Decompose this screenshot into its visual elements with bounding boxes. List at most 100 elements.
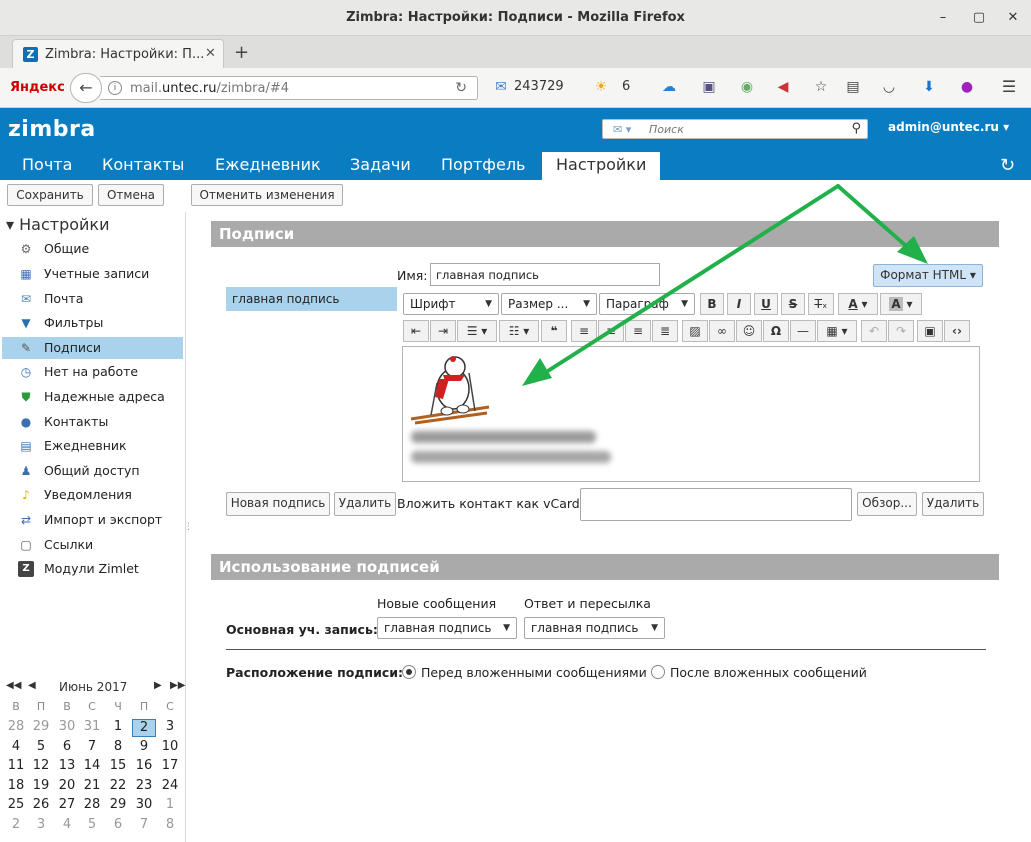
placement-after-label[interactable]: После вложенных сообщений xyxy=(670,665,867,680)
calendar-day[interactable]: 9 xyxy=(132,739,156,757)
url-bar[interactable]: i mail.untec.ru/zimbra/#4 ↻ xyxy=(100,76,478,100)
align-left-button[interactable]: ≡ xyxy=(571,320,597,342)
calendar-day[interactable]: 20 xyxy=(55,778,79,796)
sidebar-item-trusted-addresses[interactable]: ⛊ Надежные адреса xyxy=(2,386,183,408)
browse-button[interactable]: Обзор... xyxy=(857,492,917,516)
indent-button[interactable]: ⇥ xyxy=(430,320,456,342)
notification-icon[interactable]: ● xyxy=(958,78,976,96)
calendar-day[interactable]: 8 xyxy=(158,817,182,835)
calendar-day[interactable]: 3 xyxy=(158,719,182,737)
calendar-day[interactable]: 29 xyxy=(29,719,53,737)
emoticon-icon[interactable]: ☺ xyxy=(736,320,762,342)
calendar-day[interactable]: 30 xyxy=(55,719,79,737)
calendar-day[interactable]: 7 xyxy=(132,817,156,835)
calendar-day[interactable]: 7 xyxy=(80,739,104,757)
sidebar-item-import-export[interactable]: ⇄ Импорт и экспорт xyxy=(2,509,183,531)
calendar-day[interactable]: 4 xyxy=(4,739,28,757)
italic-button[interactable]: I xyxy=(727,293,751,315)
panel-splitter[interactable]: ⋮ xyxy=(184,522,193,532)
search-icon[interactable]: ⚲ xyxy=(851,121,861,136)
align-right-button[interactable]: ≡ xyxy=(625,320,651,342)
pocket-icon[interactable]: ◡ xyxy=(880,78,898,96)
placement-before-radio[interactable] xyxy=(402,665,416,679)
numbered-list-button[interactable]: ☷ ▾ xyxy=(499,320,539,342)
zimbra-logo[interactable]: zimbra xyxy=(8,117,96,142)
sidebar-item-filters[interactable]: ▼ Фильтры xyxy=(2,312,183,334)
search-type-icon[interactable]: ✉ ▾ xyxy=(613,123,631,136)
tab-calendar[interactable]: Ежедневник xyxy=(207,152,329,180)
text-color-button[interactable]: A ▾ xyxy=(838,293,878,315)
search-input[interactable] xyxy=(649,121,845,137)
delete-vcard-button[interactable]: Удалить xyxy=(922,492,984,516)
bold-button[interactable]: B xyxy=(700,293,724,315)
placement-before-label[interactable]: Перед вложенными сообщениями xyxy=(421,665,647,680)
calendar-day[interactable]: 6 xyxy=(106,817,130,835)
calendar-day[interactable]: 25 xyxy=(4,797,28,815)
menu-icon[interactable]: ☰ xyxy=(1000,78,1018,96)
cancel-button[interactable]: Отмена xyxy=(98,184,164,206)
new-tab-button[interactable]: + xyxy=(234,42,249,63)
reply-signature-select[interactable]: главная подпись ▼ xyxy=(524,617,665,639)
calendar-day[interactable]: 21 xyxy=(80,778,104,796)
mail-icon[interactable]: ✉ xyxy=(492,78,510,96)
calendar-day[interactable]: 23 xyxy=(132,778,156,796)
signature-list-item[interactable]: главная подпись xyxy=(226,287,397,311)
calendar-day[interactable]: 13 xyxy=(55,758,79,776)
calendar-day[interactable]: 26 xyxy=(29,797,53,815)
prev-month-icon[interactable]: ◀ xyxy=(28,680,36,691)
calendar-day[interactable]: 15 xyxy=(106,758,130,776)
revert-changes-button[interactable]: Отменить изменения xyxy=(191,184,343,206)
weather-icon[interactable]: ☀ xyxy=(592,78,610,96)
redo-icon[interactable]: ↷ xyxy=(888,320,914,342)
clipboard-icon[interactable]: ▤ xyxy=(844,78,862,96)
signature-name-input[interactable] xyxy=(430,263,660,286)
extension-icon[interactable]: ◉ xyxy=(738,78,756,96)
calendar-day[interactable]: 16 xyxy=(132,758,156,776)
tab-tasks[interactable]: Задачи xyxy=(342,152,419,180)
paste-icon[interactable]: ▣ xyxy=(917,320,943,342)
sidebar-item-shortcuts[interactable]: ▢ Ссылки xyxy=(2,534,183,556)
calendar-day-today[interactable]: 2 xyxy=(132,719,156,737)
close-tab-icon[interactable]: ✕ xyxy=(205,46,216,61)
placement-after-radio[interactable] xyxy=(651,665,665,679)
calendar-day[interactable]: 1 xyxy=(158,797,182,815)
sidebar-item-mail[interactable]: ✉ Почта xyxy=(2,288,183,310)
insert-image-icon[interactable]: ▨ xyxy=(682,320,708,342)
tab-contacts[interactable]: Контакты xyxy=(94,152,192,180)
cloud-icon[interactable]: ☁ xyxy=(660,78,678,96)
calendar-day[interactable]: 27 xyxy=(55,797,79,815)
extension-icon[interactable]: ▣ xyxy=(700,78,718,96)
calendar-day[interactable]: 29 xyxy=(106,797,130,815)
tab-mail[interactable]: Почта xyxy=(14,152,80,180)
save-button[interactable]: Сохранить xyxy=(7,184,93,206)
calendar-day[interactable]: 4 xyxy=(55,817,79,835)
mail-count[interactable]: 243729 xyxy=(514,79,564,94)
calendar-day[interactable]: 2 xyxy=(4,817,28,835)
calendar-day[interactable]: 30 xyxy=(132,797,156,815)
horizontal-rule-icon[interactable]: — xyxy=(790,320,816,342)
calendar-day[interactable]: 18 xyxy=(4,778,28,796)
bookmark-star-icon[interactable]: ☆ xyxy=(812,78,830,96)
calendar-day[interactable]: 8 xyxy=(106,739,130,757)
vcard-field[interactable] xyxy=(580,488,852,521)
weather-temp[interactable]: 6 xyxy=(622,79,630,94)
align-center-button[interactable]: ≡ xyxy=(598,320,624,342)
sidebar-title[interactable]: ▾ Настройки xyxy=(6,215,109,234)
prev-year-icon[interactable]: ◀◀ xyxy=(6,680,21,691)
calendar-day[interactable]: 19 xyxy=(29,778,53,796)
calendar-day[interactable]: 12 xyxy=(29,758,53,776)
clear-format-button[interactable]: T̶ₓ xyxy=(808,293,834,315)
undo-icon[interactable]: ↶ xyxy=(861,320,887,342)
font-family-select[interactable]: Шрифт ▼ xyxy=(403,293,499,315)
new-messages-signature-select[interactable]: главная подпись ▼ xyxy=(377,617,517,639)
calendar-month-title[interactable]: Июнь 2017 xyxy=(59,680,127,694)
bullet-list-button[interactable]: ☰ ▾ xyxy=(457,320,497,342)
calendar-day[interactable]: 6 xyxy=(55,739,79,757)
url-text[interactable]: mail.untec.ru/zimbra/#4 xyxy=(130,81,289,96)
sidebar-item-accounts[interactable]: ▦ Учетные записи xyxy=(2,263,183,285)
tab-briefcase[interactable]: Портфель xyxy=(433,152,533,180)
background-color-button[interactable]: A ▾ xyxy=(880,293,922,315)
calendar-day[interactable]: 11 xyxy=(4,758,28,776)
calendar-day[interactable]: 1 xyxy=(106,719,130,737)
search-box[interactable]: ✉ ▾ ⚲ xyxy=(602,119,868,139)
